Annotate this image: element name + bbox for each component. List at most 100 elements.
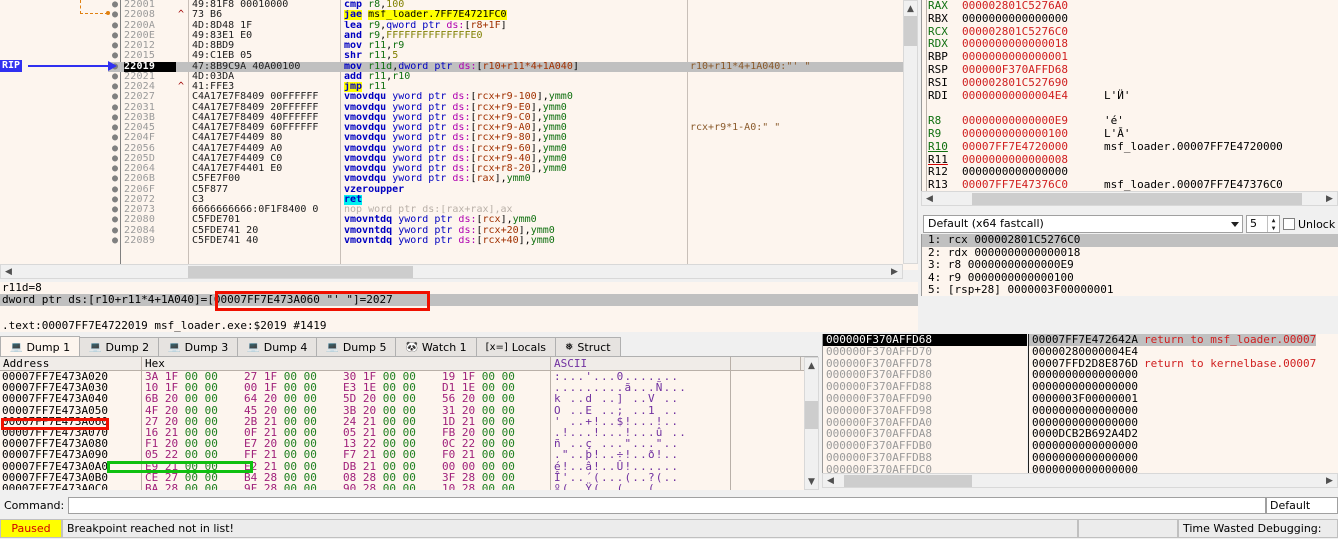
register-value[interactable]: 000002801C5276A0 [962,0,1104,13]
tab-dump-5[interactable]: 💻 Dump 5 [316,337,397,357]
arguments-panel[interactable]: 1: rcx 000002801C5276C0 2: rdx 0000000000… [921,234,1338,296]
argument-count-value[interactable]: 5 [1247,216,1267,232]
registers-panel[interactable]: RAX 000002801C5276A0 RBX 0000000000000000 RC… [921,0,1338,205]
dump-hex: BA 28 00 00 9F 28 00 00 90 28 00 00 10 2… [142,483,551,490]
command-input[interactable] [68,496,1266,514]
instruction-bytes: 4D:8BD9 [192,41,235,51]
dump-panel[interactable]: Address Hex ASCII 00007FF7E473A020 3A 1F … [0,357,805,490]
scroll-thumb[interactable] [188,265,413,278]
instruction-address: 22080 [124,214,156,226]
breakpoint-dot-icon[interactable]: ● [108,9,122,20]
disasm-vscrollbar[interactable]: ▲ [903,0,918,264]
disassembly-row[interactable]: ● 2206B C5FE7F00 vmovdqu yword ptr ds:[rax]… [0,173,918,184]
register-value[interactable]: 0000000000000000 [962,12,1104,26]
scroll-thumb[interactable] [904,16,917,46]
stepper-down-icon[interactable]: ▼ [1268,224,1279,232]
dump-col-hex[interactable]: Hex [142,357,551,370]
register-value[interactable]: 0000000000000100 [962,127,1104,141]
disassembly-row[interactable]: ● 22008 ^ 73 B6 jae msf_loader.7FF7E4721FC0 [0,9,918,21]
scroll-thumb[interactable] [844,474,972,487]
stack-hscrollbar[interactable]: ◀ ▶ [822,473,1338,488]
scroll-left-icon[interactable]: ◀ [922,192,937,205]
stack-value-panel[interactable]: 00007FF7E472642A return to msf_loader.000… [1028,334,1338,486]
stack-value-row[interactable]: 00000280000004E4 [1028,345,1338,358]
disassembly-panel[interactable]: ● 22001 49:81F8 00010000 cmp r8,100 ● 22008 ^ 7… [0,0,918,270]
scroll-left-icon[interactable]: ◀ [1,265,16,278]
disassembly-row[interactable]: ● 2204F C4A17E7F4409 80 vmovdqu yword ptr d… [0,132,918,143]
command-default-indicator[interactable]: Default [1266,496,1338,514]
breakpoint-dot-icon[interactable]: ● [108,235,122,246]
scroll-left-icon[interactable]: ◀ [823,474,838,487]
breakpoint-dot-icon[interactable]: ● [108,173,122,184]
stack-value-row[interactable]: 0000000000000000 [1028,452,1338,464]
register-row[interactable]: RDI 00000000000004E4 L'Ӥ' [922,89,1338,103]
register-value[interactable]: 00000000000004E4 [962,89,1104,103]
unlock-checkbox[interactable] [1283,218,1295,230]
disassembly-gutter: RIP [0,0,110,270]
scroll-right-icon[interactable]: ▶ [887,265,902,278]
stack-address-row[interactable]: 000000F370AFFD70 [823,345,1027,358]
register-value[interactable]: 00007FF7E4720000 [962,140,1104,154]
tab-label: Dump 4 [263,341,308,354]
tab-struct[interactable]: ❅ Struct [555,337,621,357]
dump-row[interactable]: 00007FF7E473A0C0 BA 28 00 00 9F 28 00 00 … [0,483,805,490]
register-row[interactable]: R9 0000000000000100 L'Ā' [922,127,1338,141]
stack-value: 0000000000000000 [1028,452,1140,464]
stepper-up-icon[interactable]: ▲ [1268,216,1279,224]
disassembly-row[interactable]: ● 22027 C4A17E7F8409 00FFFFFF vmovdqu yword… [0,91,918,102]
breakpoint-dot-icon[interactable]: ● [108,50,122,61]
breakpoint-dot-icon[interactable]: ● [108,214,122,225]
instruction-text: cmp r8,100 [344,0,405,10]
register-row[interactable]: RAX 000002801C5276A0 [922,0,1338,13]
scroll-up-icon[interactable]: ▲ [805,358,818,373]
tab-dump-3[interactable]: 💻 Dump 3 [158,337,239,357]
registers-hscrollbar[interactable]: ◀ ▶ [921,191,1338,206]
unlock-checkbox-wrap[interactable]: Unlock [1283,218,1335,231]
dump-extra [731,449,801,460]
instruction-bytes: 47:8B9C9A 40A00100 [192,61,301,72]
scroll-thumb[interactable] [972,192,1302,205]
scroll-right-icon[interactable]: ▶ [1322,474,1337,487]
breakpoint-dot-icon[interactable]: ● [108,132,122,143]
tab-dump-1[interactable]: 💻 Dump 1 [0,336,81,357]
dump-vscrollbar[interactable]: ▲ ▼ [804,357,819,490]
chevron-down-icon[interactable] [1231,222,1239,227]
register-row[interactable]: RSI 000002801C527690 [922,76,1338,90]
tab-dump-4[interactable]: 💻 Dump 4 [237,337,318,357]
stack-value: 0000000000000000 [1028,404,1140,417]
tab-watch-1[interactable]: 🐼 Watch 1 [395,337,477,357]
dump-col-ascii[interactable]: ASCII [551,357,731,370]
disassembly-row[interactable]: ● 22080 C5FDE701 vmovntdq yword ptr ds:[rcx… [0,214,918,226]
register-value[interactable]: 000000F370AFFD68 [962,63,1104,77]
scroll-thumb[interactable] [805,401,818,429]
argument-row[interactable]: 5: [rsp+28] 0000003F00000001 [922,283,1338,296]
scroll-right-icon[interactable]: ▶ [1322,192,1337,205]
dump-col-extra[interactable] [731,357,801,370]
stack-address-row[interactable]: 000000F370AFFD90 [823,393,1027,405]
stack-value-row[interactable]: 0000000000000000 [1028,404,1338,417]
tab-dump-2[interactable]: 💻 Dump 2 [79,337,160,357]
calling-convention-select[interactable]: Default (x64 fastcall) [923,215,1243,233]
stack-address-row[interactable]: 000000F370AFFDB8 [823,452,1027,464]
disassembly-row[interactable]: ● 22089 C5FDE741 40 vmovntdq yword ptr ds:[… [0,234,918,246]
stack-address-row[interactable]: 000000F370AFFD98 [823,404,1027,417]
scroll-up-icon[interactable]: ▲ [904,1,917,16]
stack-address-panel[interactable]: 000000F370AFFD68 000000F370AFFD70 000000F3… [822,334,1027,486]
dump-col-address[interactable]: Address [0,357,142,370]
register-row[interactable]: RSP 000000F370AFFD68 [922,63,1338,77]
instruction-address: 22089 [124,234,156,246]
disassembly-row[interactable]: ● 22015 49:C1EB 05 shr r11,5 [0,50,918,61]
stepper-buttons[interactable]: ▲ ▼ [1267,216,1279,232]
argument-count-stepper[interactable]: 5 ▲ ▼ [1246,215,1280,233]
breakpoint-dot-icon[interactable]: ● [108,91,122,102]
disassembly-rows: ● 22001 49:81F8 00010000 cmp r8,100 ● 22008 ^ 7… [0,0,918,246]
tab-locals[interactable]: [x=] Locals [475,337,557,357]
scroll-down-icon[interactable]: ▼ [805,474,818,489]
stack-value-row[interactable]: 0000003F00000001 [1028,393,1338,405]
register-value[interactable]: 000002801C527690 [962,76,1104,90]
instruction-text: vmovdqu yword ptr ds:[rcx+r9-60],ymm0 [344,143,567,154]
watch-icon: 🐼 [405,342,418,353]
register-row[interactable]: RBX 0000000000000000 [922,12,1338,26]
register-row[interactable]: R10 00007FF7E4720000 msf_loader.00007FF7E4… [922,140,1338,154]
disasm-hscrollbar[interactable]: ◀ ▶ [0,264,903,279]
